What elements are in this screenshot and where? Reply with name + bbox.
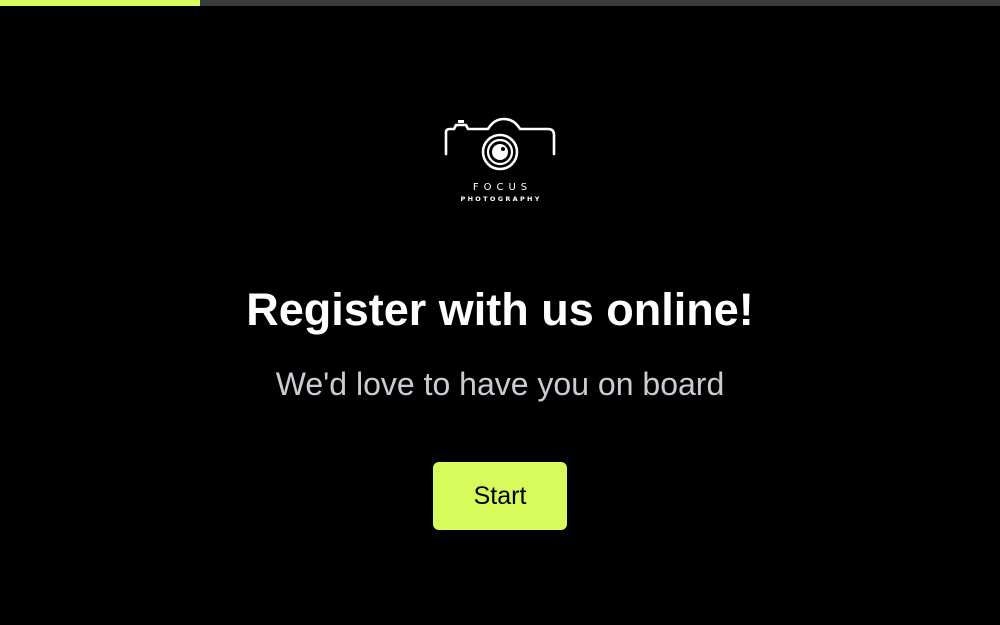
logo-wordmark-top: FOCUS [472, 182, 533, 193]
logo-wordmark-bottom: PHOTOGRAPHY [460, 195, 542, 203]
start-button[interactable]: Start [433, 462, 567, 530]
progress-bar-track [0, 0, 1000, 6]
progress-bar-fill [0, 0, 200, 6]
page-title: Register with us online! [246, 284, 754, 335]
camera-icon [444, 117, 556, 171]
page-subtitle: We'd love to have you on board [275, 366, 725, 402]
focus-photography-logo: FOCUS PHOTOGRAPHY [440, 112, 560, 204]
